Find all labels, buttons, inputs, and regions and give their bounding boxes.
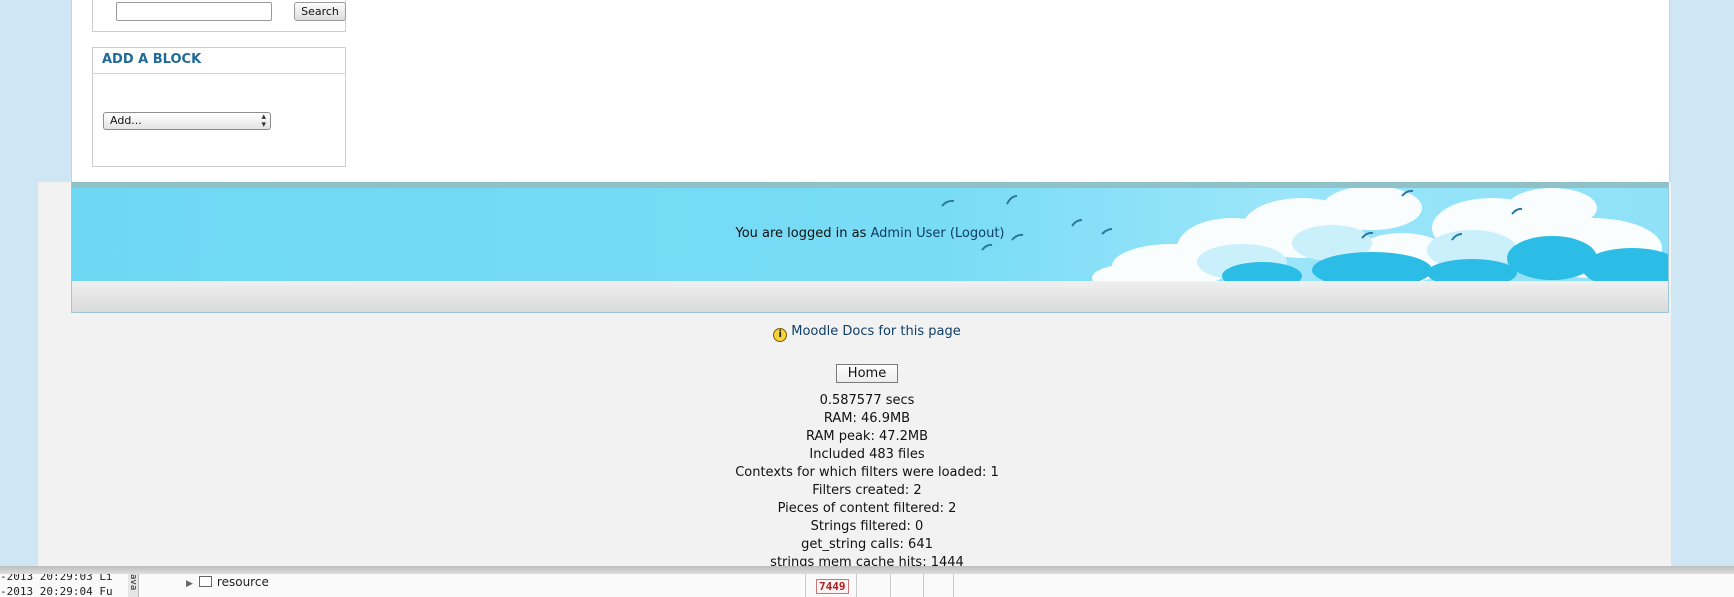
add-block-select-value: Add... <box>110 114 142 127</box>
moodle-docs-link[interactable]: Moodle Docs for this page <box>791 324 960 339</box>
folder-icon <box>198 576 212 587</box>
side-label: ava <box>128 574 139 597</box>
footer-sky-banner: You are logged in as Admin User (Logout) <box>72 182 1668 281</box>
info-icon: i <box>773 328 788 342</box>
perf-line: Strings filtered: 0 <box>810 519 924 534</box>
performance-info: 0.587577 secs RAM: 46.9MB RAM peak: 47.2… <box>0 392 1734 572</box>
login-prefix: You are logged in as <box>735 226 871 241</box>
login-info: You are logged in as Admin User (Logout) <box>72 226 1668 241</box>
add-a-block: ADD A BLOCK Add... ▴ ▾ <box>92 47 346 167</box>
search-input[interactable] <box>116 2 272 21</box>
footer-strip <box>72 281 1668 312</box>
log-panel: -2013 20:29:03 Li -2013 20:29:04 Fu <box>0 574 129 597</box>
column-divider <box>953 574 954 597</box>
perf-line: Filters created: 2 <box>812 483 922 498</box>
window-divider[interactable] <box>0 566 1734 574</box>
log-line: -2013 20:29:04 Fu <box>0 585 113 597</box>
perf-line: get_string calls: 641 <box>801 537 933 552</box>
tree-item[interactable]: ▶ resource <box>186 575 269 589</box>
main-content-area: Search ADD A BLOCK Add... ▴ ▾ <box>71 0 1670 182</box>
perf-line: Included 483 files <box>809 447 925 462</box>
logout-link[interactable]: (Logout) <box>950 226 1005 241</box>
docs-line: i Moodle Docs for this page <box>0 324 1734 342</box>
user-profile-link[interactable]: Admin User <box>871 226 946 241</box>
home-wrapper: Home <box>0 364 1734 383</box>
select-arrows-icon: ▴ ▾ <box>261 112 266 130</box>
perf-line: RAM: 46.9MB <box>823 411 911 426</box>
perf-line: Pieces of content filtered: 2 <box>777 501 957 516</box>
add-block-title: ADD A BLOCK <box>93 48 345 74</box>
perf-line: RAM peak: 47.2MB <box>805 429 929 444</box>
tree-item-label: resource <box>216 575 269 589</box>
disclosure-triangle-icon[interactable]: ▶ <box>186 579 193 589</box>
add-block-select[interactable]: Add... ▴ ▾ <box>103 112 271 130</box>
search-block: Search <box>92 0 346 32</box>
count-badge: 7449 <box>816 579 849 594</box>
perf-line: Contexts for which filters were loaded: … <box>735 465 999 480</box>
perf-line: 0.587577 secs <box>819 393 915 408</box>
search-button[interactable]: Search <box>294 2 346 21</box>
log-line: -2013 20:29:03 Li <box>0 574 113 583</box>
column-divider <box>890 574 924 597</box>
page-footer: You are logged in as Admin User (Logout) <box>71 182 1669 313</box>
home-button[interactable]: Home <box>835 364 899 383</box>
underlying-window: -2013 20:29:03 Li -2013 20:29:04 Fu ava ▶… <box>0 574 1734 597</box>
